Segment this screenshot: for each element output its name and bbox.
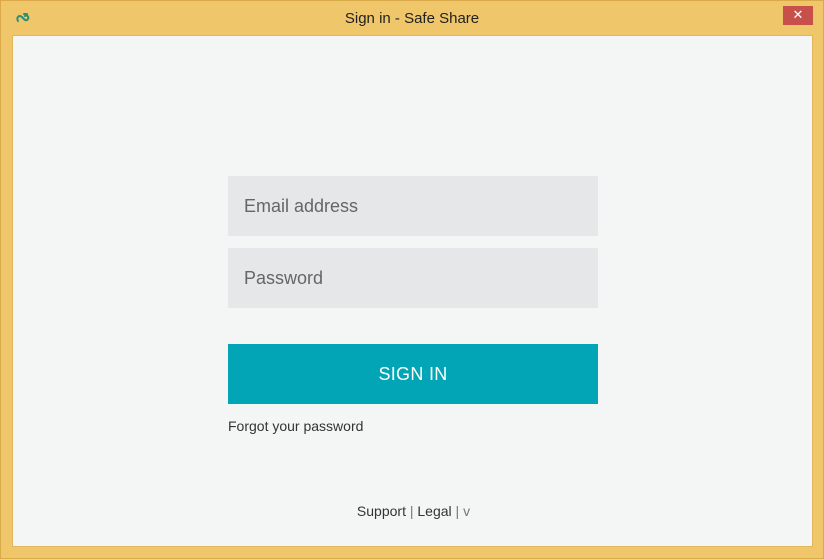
sign-in-panel: SIGN IN Forgot your password Support | L…: [12, 35, 813, 547]
support-link[interactable]: Support: [357, 503, 406, 519]
footer-links: Support | Legal | v: [13, 503, 814, 519]
title-bar[interactable]: Sign in - Safe Share ✕: [1, 1, 823, 35]
footer-separator: |: [455, 503, 460, 519]
sign-in-button[interactable]: SIGN IN: [228, 344, 598, 404]
forgot-password-link[interactable]: Forgot your password: [228, 418, 363, 434]
password-field[interactable]: [228, 248, 598, 308]
app-window: Sign in - Safe Share ✕ SIGN IN Forgot yo…: [0, 0, 824, 559]
close-button[interactable]: ✕: [783, 6, 813, 25]
footer-separator: |: [409, 503, 414, 519]
window-title: Sign in - Safe Share: [344, 10, 480, 27]
email-field[interactable]: [228, 176, 598, 236]
legal-link[interactable]: Legal: [417, 503, 451, 519]
close-icon: ✕: [792, 8, 804, 23]
version-label: v: [463, 503, 471, 519]
